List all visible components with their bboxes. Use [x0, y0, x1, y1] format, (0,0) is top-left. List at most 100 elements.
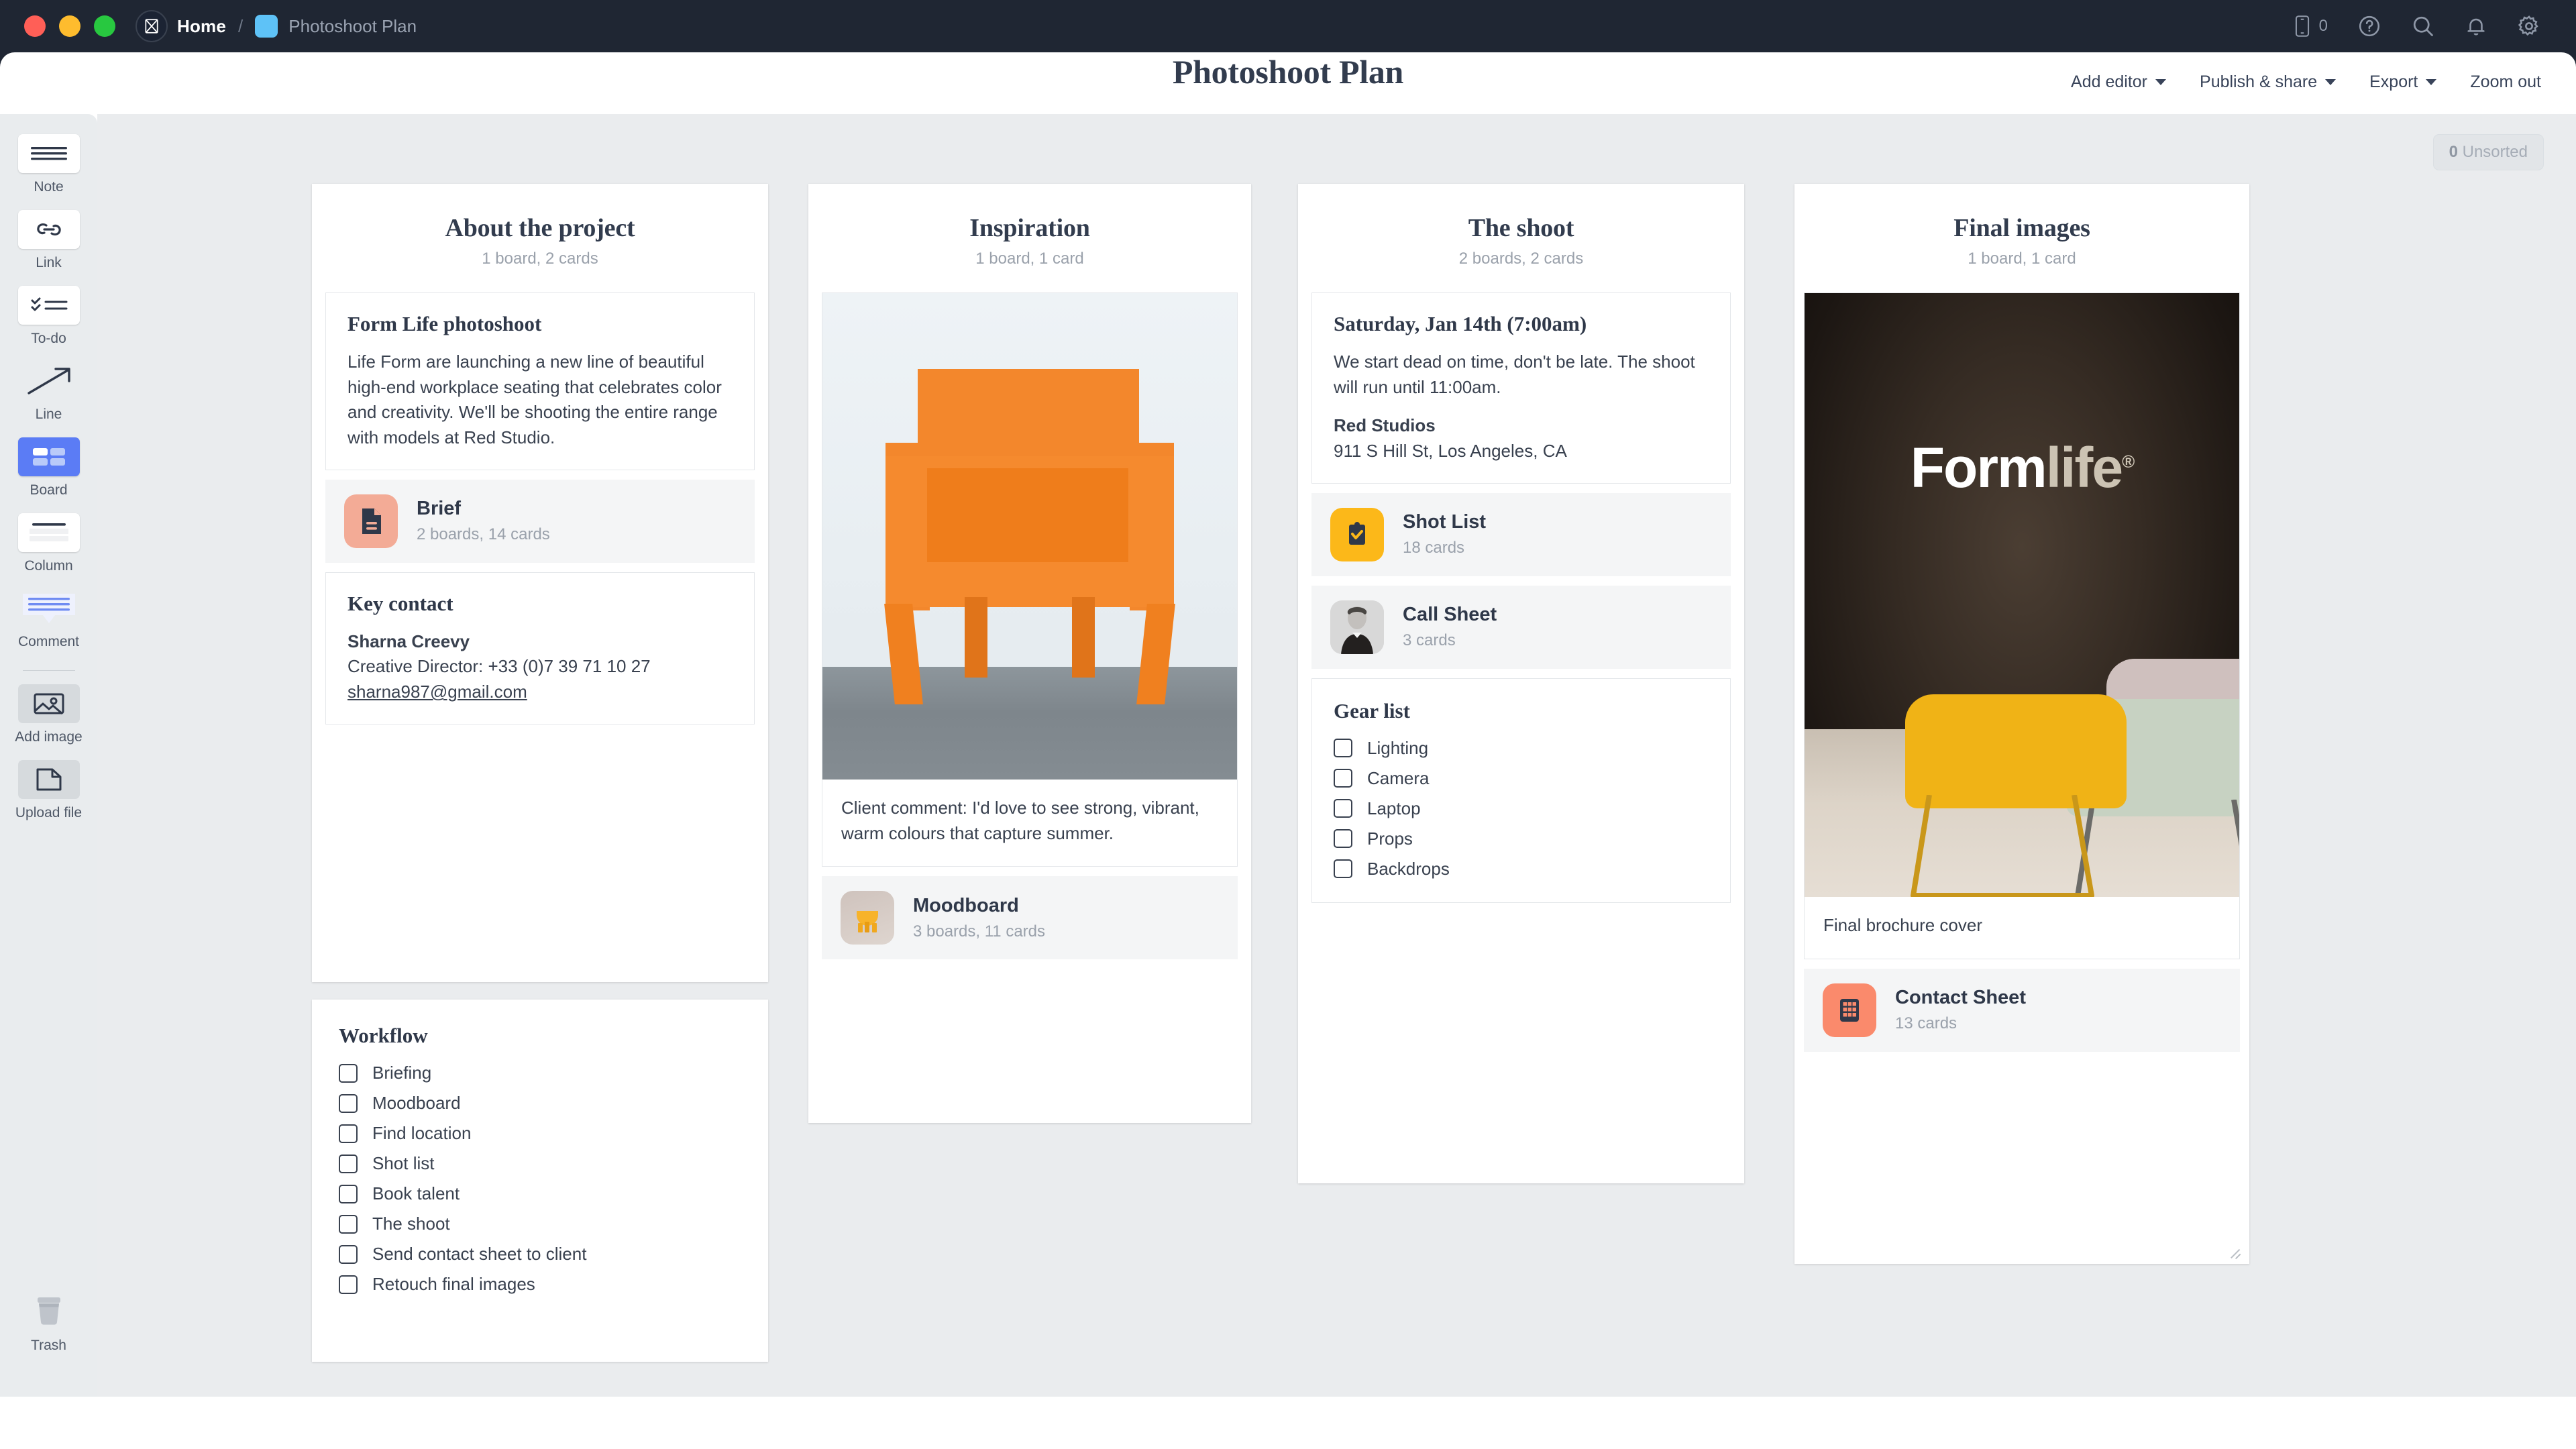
link-card-meta: Contact Sheet 13 cards [1895, 987, 2026, 1033]
tool-link[interactable]: Link [6, 210, 92, 271]
column-final-images[interactable]: Final images 1 board, 1 card Formlife® F… [1794, 184, 2249, 1264]
column-subtitle: 2 boards, 2 cards [1458, 250, 1584, 268]
checkbox-icon[interactable] [339, 1124, 358, 1143]
document-actions: Add editor Publish & share Export Zoom o… [2071, 72, 2541, 92]
contact-email-link[interactable]: sharna987@gmail.com [347, 680, 733, 705]
checklist-item[interactable]: Lighting [1334, 738, 1709, 759]
tool-todo[interactable]: To-do [6, 286, 92, 347]
checklist-item[interactable]: Props [1334, 828, 1709, 849]
tool-note[interactable]: Note [6, 134, 92, 195]
column-title: Final images [1953, 214, 2090, 242]
export-button[interactable]: Export [2369, 72, 2437, 92]
bell-icon-button[interactable] [2465, 14, 2487, 38]
column-title: Inspiration [969, 214, 1090, 242]
checkbox-icon[interactable] [1334, 739, 1352, 758]
orange-armchair-photo [822, 293, 1237, 780]
checkbox-icon[interactable] [339, 1214, 358, 1234]
note-card-form-life-photoshoot[interactable]: Form Life photoshoot Life Form are launc… [325, 292, 755, 470]
link-card-moodboard[interactable]: Moodboard 3 boards, 11 cards [822, 876, 1238, 960]
checkbox-icon[interactable] [339, 1093, 358, 1113]
checklist-item[interactable]: Retouch final images [339, 1274, 741, 1295]
column-subtitle: 1 board, 1 card [975, 250, 1084, 268]
gear-icon-button[interactable] [2517, 14, 2541, 38]
search-icon-button[interactable] [2411, 14, 2435, 38]
note-icon [17, 134, 80, 173]
note-card-shoot-schedule[interactable]: Saturday, Jan 14th (7:00am) We start dea… [1311, 292, 1731, 484]
app-window: Home / Photoshoot Plan 0 Photoshoot Plan… [0, 0, 2576, 1449]
add-editor-button[interactable]: Add editor [2071, 72, 2167, 92]
checkbox-icon[interactable] [339, 1154, 358, 1173]
checklist-item[interactable]: Camera [1334, 768, 1709, 789]
column-subtitle: 1 board, 2 cards [482, 250, 598, 268]
checkbox-icon[interactable] [339, 1184, 358, 1203]
publish-share-button[interactable]: Publish & share [2200, 72, 2337, 92]
checklist-card-workflow[interactable]: Workflow Briefing Moodboard Find locatio… [312, 1000, 768, 1362]
image-card-final-brochure-cover[interactable]: Formlife® Final brochure cover [1804, 292, 2240, 959]
help-icon-button[interactable] [2357, 14, 2381, 38]
checkbox-icon[interactable] [1334, 859, 1352, 879]
link-card-meta: Brief 2 boards, 14 cards [417, 498, 550, 544]
tool-column-label: Column [24, 558, 73, 574]
trash-icon [18, 1293, 80, 1332]
checklist-item-label: Send contact sheet to client [372, 1244, 587, 1264]
link-icon [17, 210, 80, 249]
note-card-key-contact[interactable]: Key contact Sharna Creevy Creative Direc… [325, 572, 755, 724]
tool-add-image[interactable]: Add image [6, 684, 92, 745]
checklist-card-gear-list[interactable]: Gear list Lighting Camera Laptop Props B… [1311, 678, 1731, 903]
tool-upload-file[interactable]: Upload file [6, 760, 92, 821]
checklist-item[interactable]: The shoot [339, 1214, 741, 1234]
checklist-item[interactable]: Find location [339, 1123, 741, 1144]
checklist-item[interactable]: Moodboard [339, 1093, 741, 1114]
breadcrumb-home[interactable]: Home [177, 16, 226, 37]
image-card-orange-chair[interactable]: Client comment: I'd love to see strong, … [822, 292, 1238, 867]
breadcrumb-separator: / [238, 15, 244, 36]
note-heading: Form Life photoshoot [347, 312, 542, 335]
tool-line[interactable]: Line [6, 362, 92, 423]
yellow-chair-thumbnail [841, 891, 894, 945]
column-inspiration[interactable]: Inspiration 1 board, 1 card Client comme… [808, 184, 1251, 1123]
app-logo-icon[interactable] [136, 10, 168, 42]
checklist-item[interactable]: Book talent [339, 1183, 741, 1204]
checkbox-icon[interactable] [1334, 769, 1352, 788]
column-the-shoot[interactable]: The shoot 2 boards, 2 cards Saturday, Ja… [1298, 184, 1744, 1183]
tool-column[interactable]: Column [6, 513, 92, 574]
column-about-the-project[interactable]: About the project 1 board, 2 cards Form … [312, 184, 768, 982]
unsorted-label: Unsorted [2462, 143, 2528, 161]
checklist-item[interactable]: Shot list [339, 1153, 741, 1174]
unsorted-badge[interactable]: 0 Unsorted [2432, 134, 2544, 170]
checklist-item-label: The shoot [372, 1214, 450, 1234]
link-card-brief[interactable]: Brief 2 boards, 14 cards [325, 479, 755, 563]
link-card-sub: 18 cards [1403, 539, 1465, 557]
checkbox-icon[interactable] [339, 1275, 358, 1294]
checklist-item-label: Lighting [1367, 737, 1429, 758]
checklist-item-label: Moodboard [372, 1093, 461, 1113]
mobile-count: 0 [2318, 17, 2328, 35]
checkbox-icon[interactable] [1334, 799, 1352, 818]
link-card-sub: 3 boards, 11 cards [913, 922, 1046, 941]
checkbox-icon[interactable] [339, 1063, 358, 1083]
breadcrumb-current[interactable]: Photoshoot Plan [288, 16, 417, 37]
mobile-icon-button[interactable]: 0 [2292, 15, 2328, 38]
tool-board[interactable]: Board [6, 437, 92, 498]
checklist-item[interactable]: Send contact sheet to client [339, 1244, 741, 1265]
checklist-item[interactable]: Briefing [339, 1063, 741, 1083]
zoom-out-button[interactable]: Zoom out [2470, 72, 2541, 92]
board-canvas[interactable]: 0 Unsorted About the project 1 board, 2 … [97, 114, 2576, 1397]
checkbox-icon[interactable] [1334, 829, 1352, 849]
checklist-card-workflow-wrapper[interactable]: Workflow Briefing Moodboard Find locatio… [312, 1000, 768, 1362]
checklist-item[interactable]: Backdrops [1334, 859, 1709, 879]
resize-handle[interactable] [2229, 1245, 2243, 1259]
tool-todo-label: To-do [31, 331, 66, 346]
link-card-shot-list[interactable]: Shot List 18 cards [1311, 492, 1731, 576]
close-window-button[interactable] [24, 15, 46, 37]
tool-upload-file-label: Upload file [15, 805, 83, 820]
publish-share-label: Publish & share [2200, 72, 2318, 91]
tool-comment[interactable]: Comment [6, 589, 92, 650]
checkbox-icon[interactable] [339, 1244, 358, 1264]
link-card-call-sheet[interactable]: Call Sheet 3 cards [1311, 585, 1731, 669]
link-card-contact-sheet[interactable]: Contact Sheet 13 cards [1804, 968, 2240, 1052]
minimize-window-button[interactable] [59, 15, 80, 37]
tool-trash[interactable]: Trash [6, 1293, 92, 1354]
checklist-item[interactable]: Laptop [1334, 798, 1709, 819]
maximize-window-button[interactable] [94, 15, 115, 37]
